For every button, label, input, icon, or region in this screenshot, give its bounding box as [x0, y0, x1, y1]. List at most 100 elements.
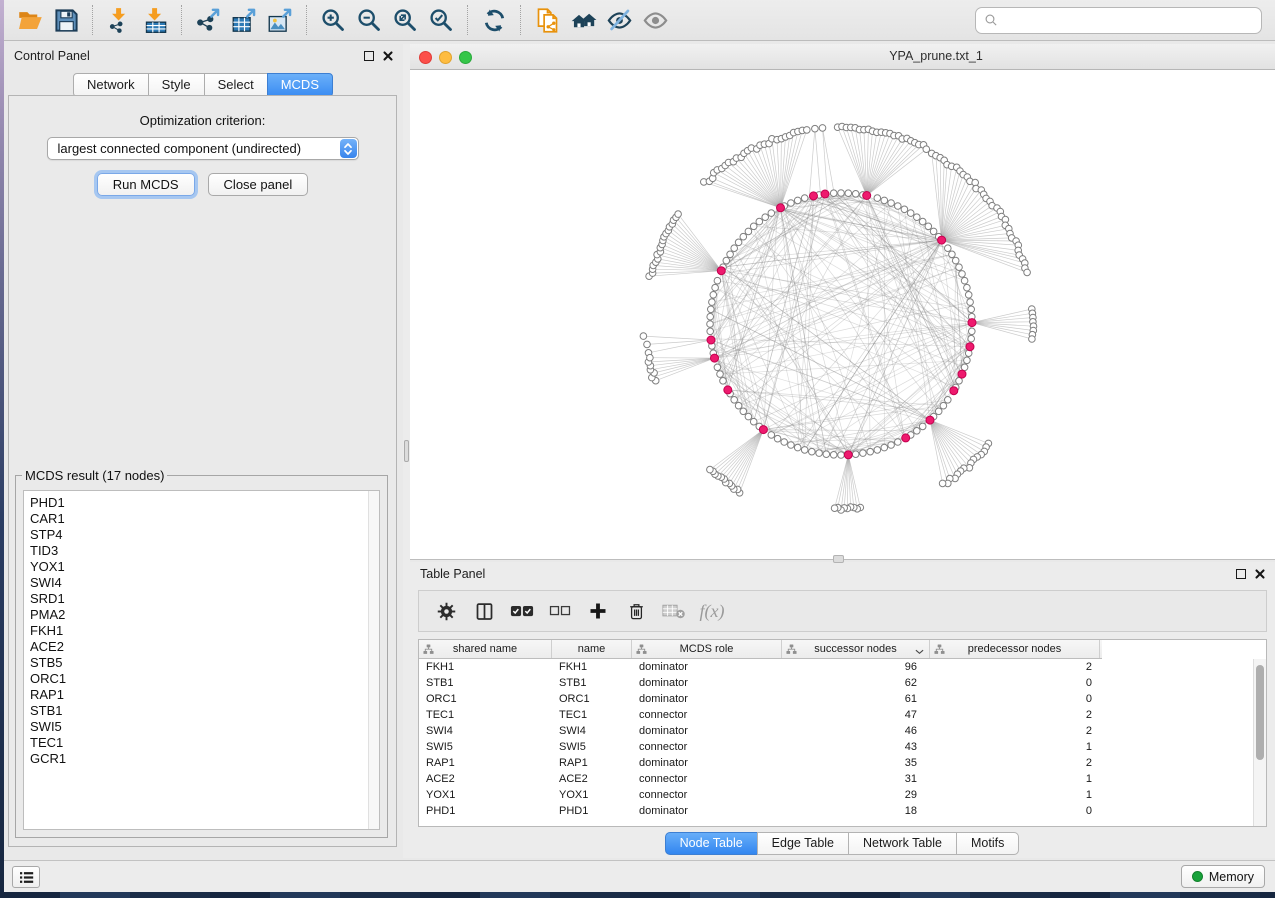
cell-name[interactable]: STB1: [552, 675, 632, 691]
mcds-result-node[interactable]: FKH1: [30, 623, 379, 639]
zoom-fit-button[interactable]: [387, 3, 423, 37]
window-maximize-button[interactable]: [459, 51, 472, 64]
hide-labels-button[interactable]: [601, 3, 637, 37]
task-history-button[interactable]: [12, 866, 40, 888]
cell-mcds-role[interactable]: dominator: [632, 675, 782, 691]
cell-shared-name[interactable]: FKH1: [419, 659, 552, 675]
cell-predecessor-nodes[interactable]: 0: [930, 691, 1100, 707]
mcds-result-node[interactable]: PHD1: [30, 495, 379, 511]
tab-network[interactable]: Network: [73, 73, 149, 97]
export-network-button[interactable]: [190, 3, 226, 37]
mcds-result-node[interactable]: ORC1: [30, 671, 379, 687]
cell-name[interactable]: YOX1: [552, 787, 632, 803]
cell-name[interactable]: SWI4: [552, 723, 632, 739]
window-close-button[interactable]: [419, 51, 432, 64]
mcds-result-node[interactable]: SWI4: [30, 575, 379, 591]
mcds-result-node[interactable]: RAP1: [30, 687, 379, 703]
cell-name[interactable]: RAP1: [552, 755, 632, 771]
cell-name[interactable]: SWI5: [552, 739, 632, 755]
delete-row-button[interactable]: [617, 593, 655, 629]
search-input[interactable]: [1004, 10, 1261, 31]
cell-name[interactable]: ACE2: [552, 771, 632, 787]
table-row[interactable]: SWI5SWI5connector431: [419, 739, 1266, 755]
cell-shared-name[interactable]: TEC1: [419, 707, 552, 723]
export-image-button[interactable]: [262, 3, 298, 37]
cell-name[interactable]: TEC1: [552, 707, 632, 723]
cell-mcds-role[interactable]: dominator: [632, 755, 782, 771]
cell-shared-name[interactable]: ORC1: [419, 691, 552, 707]
table-row[interactable]: PHD1PHD1dominator180: [419, 803, 1266, 819]
float-table-panel-icon[interactable]: [1236, 569, 1246, 579]
home-layout-button[interactable]: [565, 3, 601, 37]
cell-predecessor-nodes[interactable]: 2: [930, 659, 1100, 675]
columns-button[interactable]: [465, 593, 503, 629]
float-panel-icon[interactable]: [364, 51, 374, 61]
network-canvas[interactable]: [410, 70, 1275, 559]
cell-predecessor-nodes[interactable]: 0: [930, 675, 1100, 691]
column-header-mcds-role[interactable]: MCDS role: [632, 640, 782, 658]
cell-successor-nodes[interactable]: 61: [782, 691, 930, 707]
cell-successor-nodes[interactable]: 62: [782, 675, 930, 691]
mcds-result-node[interactable]: TID3: [30, 543, 379, 559]
cell-predecessor-nodes[interactable]: 2: [930, 707, 1100, 723]
cell-mcds-role[interactable]: connector: [632, 771, 782, 787]
mcds-result-node[interactable]: STP4: [30, 527, 379, 543]
mcds-result-node[interactable]: SWI5: [30, 719, 379, 735]
table-row[interactable]: ORC1ORC1dominator610: [419, 691, 1266, 707]
cell-shared-name[interactable]: YOX1: [419, 787, 552, 803]
table-row[interactable]: SWI4SWI4dominator462: [419, 723, 1266, 739]
column-header-name[interactable]: name: [552, 640, 632, 658]
zoom-selected-button[interactable]: [423, 3, 459, 37]
cell-successor-nodes[interactable]: 35: [782, 755, 930, 771]
mcds-result-node[interactable]: CAR1: [30, 511, 379, 527]
horizontal-splitter-handle[interactable]: [833, 555, 844, 563]
tab-motifs[interactable]: Motifs: [956, 832, 1019, 855]
cell-shared-name[interactable]: PHD1: [419, 803, 552, 819]
add-row-button[interactable]: [579, 593, 617, 629]
refresh-button[interactable]: [476, 3, 512, 37]
table-row[interactable]: YOX1YOX1connector291: [419, 787, 1266, 803]
cell-successor-nodes[interactable]: 96: [782, 659, 930, 675]
show-eye-button[interactable]: [637, 3, 673, 37]
column-header-successor-nodes[interactable]: successor nodes: [782, 640, 930, 658]
cell-shared-name[interactable]: RAP1: [419, 755, 552, 771]
cell-mcds-role[interactable]: connector: [632, 707, 782, 723]
mcds-result-node[interactable]: STB1: [30, 703, 379, 719]
run-mcds-button[interactable]: Run MCDS: [97, 173, 195, 196]
cell-mcds-role[interactable]: dominator: [632, 803, 782, 819]
cell-shared-name[interactable]: STB1: [419, 675, 552, 691]
deselect-all-button[interactable]: [541, 593, 579, 629]
cell-name[interactable]: FKH1: [552, 659, 632, 675]
table-row[interactable]: FKH1FKH1dominator962: [419, 659, 1266, 675]
close-panel-icon[interactable]: [383, 51, 393, 61]
zoom-in-button[interactable]: [315, 3, 351, 37]
vertical-splitter[interactable]: [403, 44, 410, 858]
vertical-splitter-handle[interactable]: [404, 440, 409, 462]
close-panel-button[interactable]: Close panel: [208, 173, 309, 196]
cell-successor-nodes[interactable]: 43: [782, 739, 930, 755]
table-row[interactable]: ACE2ACE2connector311: [419, 771, 1266, 787]
cell-successor-nodes[interactable]: 18: [782, 803, 930, 819]
cell-shared-name[interactable]: SWI5: [419, 739, 552, 755]
tab-edge-table[interactable]: Edge Table: [757, 832, 849, 855]
memory-button[interactable]: Memory: [1181, 865, 1265, 888]
cell-name[interactable]: PHD1: [552, 803, 632, 819]
mcds-result-node[interactable]: YOX1: [30, 559, 379, 575]
cell-shared-name[interactable]: SWI4: [419, 723, 552, 739]
tab-style[interactable]: Style: [148, 73, 205, 97]
table-row[interactable]: STB1STB1dominator620: [419, 675, 1266, 691]
search-box[interactable]: [975, 7, 1262, 34]
cell-mcds-role[interactable]: dominator: [632, 691, 782, 707]
cell-predecessor-nodes[interactable]: 2: [930, 723, 1100, 739]
cell-name[interactable]: ORC1: [552, 691, 632, 707]
table-row[interactable]: TEC1TEC1connector472: [419, 707, 1266, 723]
table-scrollbar[interactable]: [1253, 659, 1266, 826]
cell-successor-nodes[interactable]: 46: [782, 723, 930, 739]
mcds-result-node[interactable]: SRD1: [30, 591, 379, 607]
tab-network-table[interactable]: Network Table: [848, 832, 957, 855]
table-row[interactable]: RAP1RAP1dominator352: [419, 755, 1266, 771]
mcds-result-node[interactable]: GCR1: [30, 751, 379, 767]
mcds-result-node[interactable]: TEC1: [30, 735, 379, 751]
save-session-button[interactable]: [48, 3, 84, 37]
cell-predecessor-nodes[interactable]: 1: [930, 787, 1100, 803]
